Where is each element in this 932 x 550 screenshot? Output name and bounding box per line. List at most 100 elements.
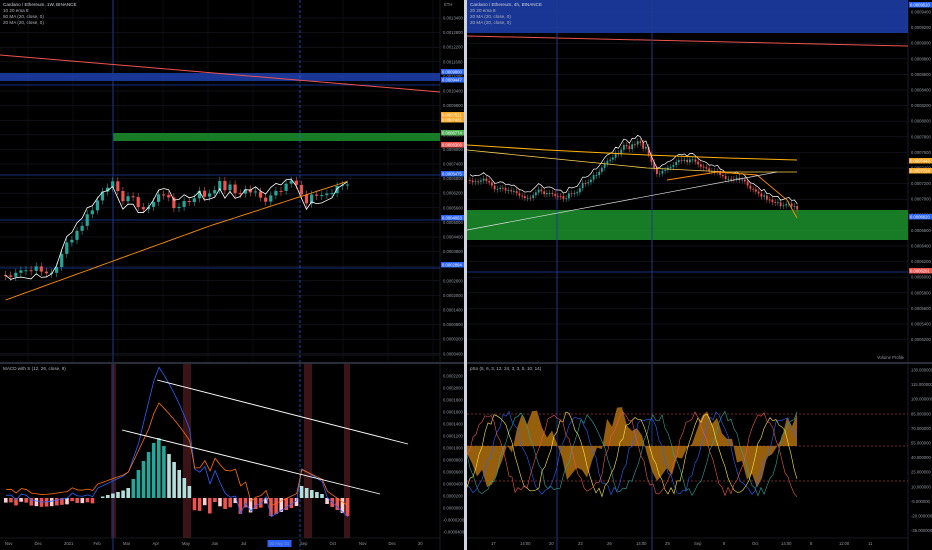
ma-line [5,181,348,301]
price-tick-label: 0.0005600 [911,306,931,311]
right-price-chart[interactable]: ETH0.00094000.00092000.00090000.00088000… [467,0,932,362]
macd-histogram-bar [187,486,192,498]
candle [491,182,493,186]
price-tick-label: 0.0007400 [443,162,463,167]
left-legend: Cardano / Ethereum, 1W, BINANCE 10 20 em… [3,2,77,26]
candle [741,179,744,181]
macd-histogram-bar [157,438,161,498]
candle [543,191,546,195]
right-price-pane[interactable]: ETH0.00094000.00092000.00090000.00088000… [467,0,932,362]
candle [559,196,562,197]
macd-tick-label: 0.0001000 [443,446,463,451]
candle [521,195,524,197]
time-tick-label: Oct [752,541,759,546]
price-tag-text: 0.0009520 [910,3,930,8]
left-price-chart[interactable]: 0.0013400 0.0012800 0.0012200 0.0011600 0.00… [0,0,464,362]
candle [284,183,288,191]
candle [606,160,609,164]
candle [274,190,278,196]
candle [131,196,135,198]
candle [510,190,513,192]
candle [785,204,788,206]
candle [689,159,691,163]
macd-histogram-bar [141,461,146,498]
price-tag-text: 0.0006620 [910,215,930,220]
macd-histogram-bar [213,498,217,503]
macd-histogram-bar [121,490,125,498]
left-macd-chart[interactable]: 0.0002200 0.0002000 0.0001800 0.0001600 0.00… [0,364,464,550]
macd-tick-label: 0.0000800 [443,458,463,463]
candle [645,146,647,149]
price-tick-label: 0.0004400 [443,235,463,240]
price-tick-label: 0.0000200 [443,337,463,342]
candle [504,188,507,191]
candle [664,169,667,171]
time-tick-label: Dec [389,541,396,546]
candle [299,184,303,195]
price-tick-label: 0.0009400 [911,10,931,15]
time-tick-label: 14:00 [781,541,792,546]
candle [228,184,232,191]
candle [253,191,258,193]
candle [325,193,329,196]
candle [167,194,171,198]
macd-histogram-bar [4,498,8,503]
candle [557,195,559,197]
resistance-zone [0,73,440,81]
price-tag-text: 0.0002894 [442,263,462,268]
macd-histogram-bar [228,498,232,508]
price-tick-label: 0.0002600 [443,278,463,283]
candle [157,194,161,202]
candle [532,195,535,198]
price-tick-label: 0.0003800 [443,249,463,254]
candle [141,207,145,210]
candle [694,159,697,162]
candle [609,159,612,161]
time-tick-label: Jul [241,541,246,546]
macd-histogram-bar [126,488,130,498]
macd-histogram-bar [218,498,222,507]
macd-tick-label: 0.0002000 [443,386,463,391]
candle [238,193,242,195]
candle [515,191,518,194]
macd-histogram-bar [151,443,156,498]
macd-histogram-bar [85,498,90,503]
time-tick-label: 14:00 [636,541,647,546]
highlight-date-label: 02 Aug '21 [270,541,290,546]
macd-tick-label: 0.0001400 [443,422,463,427]
left-macd-pane[interactable]: 0.0002200 0.0002000 0.0001800 0.0001600 0.00… [0,364,464,550]
signal-line [5,402,348,507]
ma-line [467,149,797,173]
candle [579,188,581,193]
candle [471,180,474,183]
candle [518,193,521,196]
right-stoch-chart[interactable]: 130.000000 115.000000 100.000000 85.000000 7… [467,364,932,550]
candle [779,202,782,207]
volume-profile-note: Volume Profile [877,355,905,360]
candle [259,191,263,198]
left-price-pane[interactable]: 0.0013400 0.0012800 0.0012200 0.0011600 0.00… [0,0,464,362]
macd-histogram-bar [197,498,202,511]
macd-histogram-bar [167,454,171,498]
candle [320,195,324,197]
price-tick-label: 0.0005800 [911,290,931,295]
macd-histogram-bar [320,494,324,498]
candle [598,171,601,176]
price-tick-label: 0.0005600 [443,205,463,210]
candle [223,180,227,191]
candle [702,166,705,168]
candle [493,185,496,190]
price-tag-text: 0.0009800 [442,70,462,75]
macd-tick-label: 0.0001600 [443,410,463,415]
candle [24,270,28,272]
candle [151,201,156,207]
macd-histogram-bar [192,498,197,511]
stoch-tick-label: 100.000000 [911,397,932,402]
candle [669,166,672,168]
time-tick-label: 26 [607,541,612,546]
right-stoch-pane[interactable]: 130.000000 115.000000 100.000000 85.000000 7… [467,364,932,550]
candle [766,195,768,200]
candle [529,197,532,199]
macd-histogram-bar [80,498,85,504]
price-tick-label: 0.0008600 [911,72,931,77]
